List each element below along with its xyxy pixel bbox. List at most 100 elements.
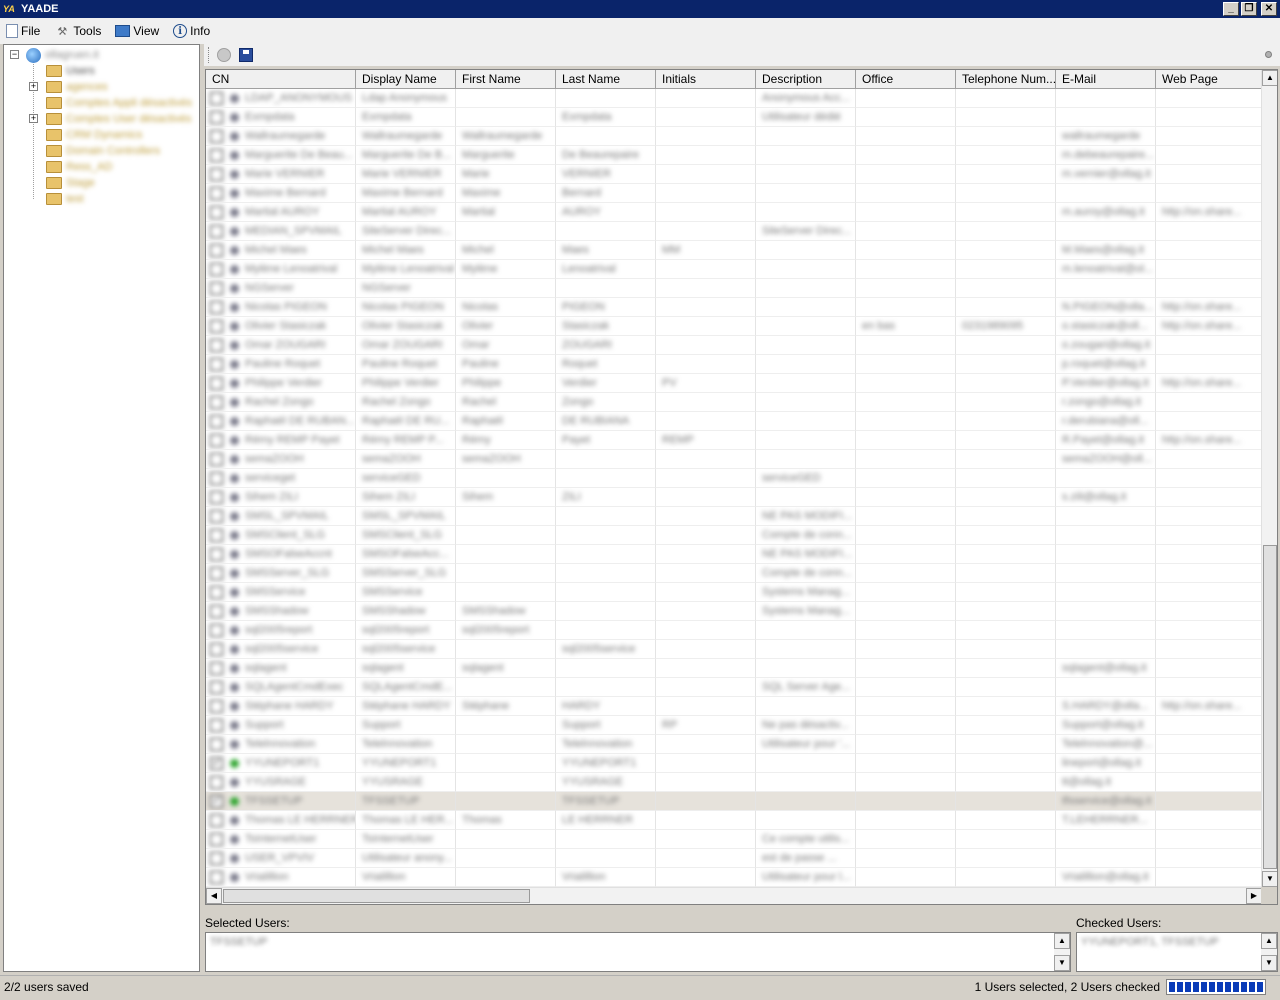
table-cell[interactable]: [456, 773, 556, 792]
table-cell[interactable]: [1156, 241, 1262, 260]
cn-cell[interactable]: Philippe Verdier: [206, 374, 356, 393]
row-checkbox[interactable]: [210, 604, 223, 618]
table-cell[interactable]: [956, 792, 1056, 811]
table-cell[interactable]: [1156, 260, 1262, 279]
table-cell[interactable]: lineport@ollag.it: [1056, 754, 1156, 773]
column-header[interactable]: Initials: [656, 70, 756, 89]
cn-cell[interactable]: semaZOOH: [206, 450, 356, 469]
cn-cell[interactable]: sqlagent: [206, 659, 356, 678]
table-row[interactable]: Marguerite De Beau... Marguerite De B... M…: [206, 146, 1262, 165]
table-cell[interactable]: [856, 412, 956, 431]
table-cell[interactable]: sqlagent@ollag.it: [1056, 659, 1156, 678]
table-cell[interactable]: ZILI: [556, 488, 656, 507]
table-cell[interactable]: SMSService: [356, 583, 456, 602]
table-cell[interactable]: PIGEON: [556, 298, 656, 317]
table-cell[interactable]: Utilisateur dédié: [756, 108, 856, 127]
table-cell[interactable]: [956, 735, 1056, 754]
table-cell[interactable]: AUROY: [556, 203, 656, 222]
table-cell[interactable]: VERNIER: [556, 165, 656, 184]
row-checkbox[interactable]: [210, 585, 223, 599]
table-cell[interactable]: R.Payet@ollag.it: [1056, 431, 1156, 450]
table-cell[interactable]: [756, 640, 856, 659]
table-cell[interactable]: [456, 507, 556, 526]
table-cell[interactable]: Utilisateur pour '...: [756, 735, 856, 754]
table-cell[interactable]: [856, 393, 956, 412]
cn-cell[interactable]: SMSService: [206, 583, 356, 602]
table-cell[interactable]: [456, 716, 556, 735]
row-checkbox[interactable]: [210, 661, 223, 675]
row-checkbox[interactable]: [210, 509, 223, 523]
cn-cell[interactable]: Marie VERNIER: [206, 165, 356, 184]
table-cell[interactable]: [856, 336, 956, 355]
table-cell[interactable]: [956, 526, 1056, 545]
table-cell[interactable]: [1156, 545, 1262, 564]
table-row[interactable]: ✓ YYUNEPORT1 YYUNEPORT1 YYUNEPORT1 lineport@…: [206, 754, 1262, 773]
table-cell[interactable]: Support@ollag.it: [1056, 716, 1156, 735]
column-header[interactable]: Description: [756, 70, 856, 89]
cn-cell[interactable]: NGServer: [206, 279, 356, 298]
table-cell[interactable]: [856, 545, 956, 564]
expand-icon[interactable]: +: [29, 114, 38, 123]
table-cell[interactable]: SMSServer_SLG: [356, 564, 456, 583]
save-button[interactable]: [237, 46, 255, 64]
table-cell[interactable]: [856, 108, 956, 127]
table-cell[interactable]: Nicolas: [456, 298, 556, 317]
table-cell[interactable]: [856, 602, 956, 621]
table-cell[interactable]: [556, 89, 656, 108]
table-cell[interactable]: [656, 450, 756, 469]
table-cell[interactable]: [656, 412, 756, 431]
table-cell[interactable]: [1056, 583, 1156, 602]
tree-item[interactable]: Comptes Appli désactivés: [24, 95, 192, 111]
row-checkbox[interactable]: [210, 471, 223, 485]
table-cell[interactable]: Sihem ZILI: [356, 488, 456, 507]
table-cell[interactable]: [656, 830, 756, 849]
row-checkbox[interactable]: [210, 433, 223, 447]
table-cell[interactable]: Rachel: [456, 393, 556, 412]
table-cell[interactable]: [756, 165, 856, 184]
table-cell[interactable]: p.roquet@ollag.it: [1056, 355, 1156, 374]
table-cell[interactable]: Omar ZOUGARI: [356, 336, 456, 355]
row-checkbox[interactable]: [210, 110, 223, 124]
table-cell[interactable]: LE HERRNER: [556, 811, 656, 830]
table-cell[interactable]: [456, 792, 556, 811]
cn-cell[interactable]: USER_VPVIV: [206, 849, 356, 868]
table-cell[interactable]: [956, 393, 1056, 412]
table-cell[interactable]: [556, 564, 656, 583]
row-checkbox[interactable]: [210, 129, 223, 143]
table-cell[interactable]: Mylène Lenoatrival: [356, 260, 456, 279]
row-checkbox[interactable]: [210, 452, 223, 466]
table-cell[interactable]: semaZOOH@oll...: [1056, 450, 1156, 469]
row-checkbox[interactable]: [210, 281, 223, 295]
table-cell[interactable]: [556, 545, 656, 564]
table-cell[interactable]: [1156, 754, 1262, 773]
table-cell[interactable]: [856, 374, 956, 393]
table-cell[interactable]: [456, 830, 556, 849]
cn-cell[interactable]: SMSServer_SLG: [206, 564, 356, 583]
table-cell[interactable]: [456, 735, 556, 754]
table-cell[interactable]: [856, 773, 956, 792]
table-cell[interactable]: [1056, 469, 1156, 488]
table-cell[interactable]: m.lenoatrival@ol...: [1056, 260, 1156, 279]
table-cell[interactable]: [656, 89, 756, 108]
table-cell[interactable]: SMSShadow: [456, 602, 556, 621]
table-cell[interactable]: [656, 279, 756, 298]
table-cell[interactable]: SMSL_SPVMAIL: [356, 507, 456, 526]
table-cell[interactable]: tt@ollag.it: [1056, 773, 1156, 792]
cn-cell[interactable]: SMSShadow: [206, 602, 356, 621]
table-cell[interactable]: [956, 222, 1056, 241]
table-cell[interactable]: YYUSRAGE: [556, 773, 656, 792]
table-cell[interactable]: [1156, 279, 1262, 298]
table-cell[interactable]: [1056, 222, 1156, 241]
table-cell[interactable]: [856, 488, 956, 507]
row-checkbox[interactable]: [210, 205, 223, 219]
table-cell[interactable]: Raphaël DE RU...: [356, 412, 456, 431]
table-cell[interactable]: [756, 260, 856, 279]
table-cell[interactable]: [956, 564, 1056, 583]
table-cell[interactable]: Roquet: [556, 355, 656, 374]
table-cell[interactable]: [856, 184, 956, 203]
table-cell[interactable]: [656, 393, 756, 412]
menu-file[interactable]: File: [6, 24, 40, 38]
table-row[interactable]: Thomas LE HERRNER Thomas LE HER... Thomas L…: [206, 811, 1262, 830]
cn-cell[interactable]: TsInternetUser: [206, 830, 356, 849]
row-checkbox[interactable]: [210, 566, 223, 580]
